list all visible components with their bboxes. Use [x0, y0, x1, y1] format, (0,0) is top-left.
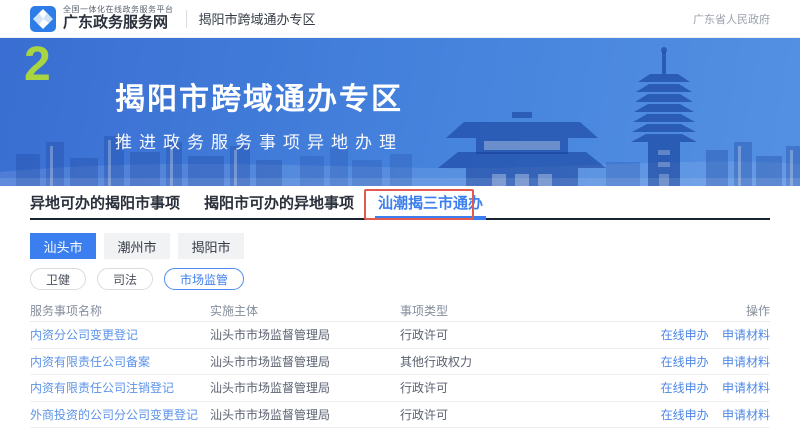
tab-jieyang-items-remote[interactable]: 异地可办的揭阳市事项 [30, 186, 180, 218]
gov-portal-link[interactable]: 广东省人民政府 [693, 11, 770, 27]
city-filter-row: 汕头市 潮州市 揭阳市 [30, 233, 770, 259]
actions-cell: 在线申办 申请材料 [600, 379, 770, 396]
tab-shan-chao-jie-tri-city[interactable]: 汕潮揭三市通办 [378, 186, 483, 218]
site-name: 广东政务服务网 [63, 15, 174, 31]
type-cell: 行政许可 [400, 326, 600, 343]
banner-title: 揭阳市跨域通办专区 [115, 74, 403, 118]
column-header-service-name: 服务事项名称 [30, 302, 210, 319]
step-badge: 2 [24, 38, 51, 94]
category-filter-row: 卫健 司法 市场监管 [30, 268, 770, 290]
banner-text: 揭阳市跨域通办专区 推进政务服务事项异地办理 [115, 74, 403, 153]
table-body: 内资分公司变更登记 汕头市市场监督管理局 行政许可 在线申办 申请材料 内资有限… [30, 322, 770, 428]
actions-cell: 在线申办 申请材料 [600, 326, 770, 343]
table-row: 内资分公司变更登记 汕头市市场监督管理局 行政许可 在线申办 申请材料 [30, 322, 770, 349]
table-header-row: 服务事项名称 实施主体 事项类型 操作 [30, 299, 770, 322]
city-filter-shantou[interactable]: 汕头市 [30, 233, 96, 259]
service-name-link[interactable]: 内资有限责任公司备案 [30, 353, 210, 370]
tab-bar: 异地可办的揭阳市事项 揭阳市可办的异地事项 汕潮揭三市通办 [30, 186, 770, 220]
type-cell: 行政许可 [400, 406, 600, 423]
application-materials-link[interactable]: 申请材料 [722, 355, 770, 369]
type-cell: 其他行政权力 [400, 353, 600, 370]
service-name-link[interactable]: 内资有限责任公司注销登记 [30, 379, 210, 396]
category-pill-market-regulation[interactable]: 市场监管 [164, 268, 244, 290]
online-apply-link[interactable]: 在线申办 [661, 381, 709, 395]
category-pill-justice[interactable]: 司法 [97, 268, 153, 290]
table-row: 内资有限责任公司备案 汕头市市场监督管理局 其他行政权力 在线申办 申请材料 [30, 349, 770, 376]
entity-cell: 汕头市市场监督管理局 [210, 406, 400, 423]
hero-banner: 2 揭阳市跨域通办专区 推进政务服务事项异地办理 [0, 38, 800, 186]
service-name-link[interactable]: 内资分公司变更登记 [30, 326, 210, 343]
service-items-table: 服务事项名称 实施主体 事项类型 操作 内资分公司变更登记 汕头市市场监督管理局… [30, 299, 770, 428]
online-apply-link[interactable]: 在线申办 [661, 408, 709, 422]
entity-cell: 汕头市市场监督管理局 [210, 326, 400, 343]
service-name-link[interactable]: 外商投资的公司分公司变更登记 [30, 406, 210, 423]
entity-cell: 汕头市市场监督管理局 [210, 353, 400, 370]
table-row: 内资有限责任公司注销登记 汕头市市场监督管理局 行政许可 在线申办 申请材料 [30, 375, 770, 402]
category-pill-health[interactable]: 卫健 [30, 268, 86, 290]
application-materials-link[interactable]: 申请材料 [722, 381, 770, 395]
banner-subtitle: 推进政务服务事项异地办理 [115, 128, 403, 153]
entity-cell: 汕头市市场监督管理局 [210, 379, 400, 396]
column-header-operation: 操作 [600, 302, 770, 319]
main-content: 异地可办的揭阳市事项 揭阳市可办的异地事项 汕潮揭三市通办 汕头市 潮州市 揭阳… [30, 186, 770, 428]
application-materials-link[interactable]: 申请材料 [722, 328, 770, 342]
actions-cell: 在线申办 申请材料 [600, 353, 770, 370]
online-apply-link[interactable]: 在线申办 [661, 328, 709, 342]
brand-area: 全国一体化在线政务服务平台 广东政务服务网 揭阳市跨域通办专区 [30, 6, 316, 32]
gdzwfw-logo-icon[interactable] [30, 6, 56, 32]
brand-text: 全国一体化在线政务服务平台 广东政务服务网 [63, 6, 174, 31]
actions-cell: 在线申办 申请材料 [600, 406, 770, 423]
city-filter-jieyang[interactable]: 揭阳市 [178, 233, 244, 259]
top-bar: 全国一体化在线政务服务平台 广东政务服务网 揭阳市跨域通办专区 广东省人民政府 [0, 0, 800, 38]
application-materials-link[interactable]: 申请材料 [722, 408, 770, 422]
tab-remote-items-in-jieyang[interactable]: 揭阳市可办的异地事项 [204, 186, 354, 218]
type-cell: 行政许可 [400, 379, 600, 396]
online-apply-link[interactable]: 在线申办 [661, 355, 709, 369]
header-divider [186, 10, 187, 28]
column-header-entity: 实施主体 [210, 302, 400, 319]
table-row: 外商投资的公司分公司变更登记 汕头市市场监督管理局 行政许可 在线申办 申请材料 [30, 402, 770, 429]
header-page-title: 揭阳市跨域通办专区 [199, 9, 316, 28]
city-filter-chaozhou[interactable]: 潮州市 [104, 233, 170, 259]
column-header-type: 事项类型 [400, 302, 600, 319]
